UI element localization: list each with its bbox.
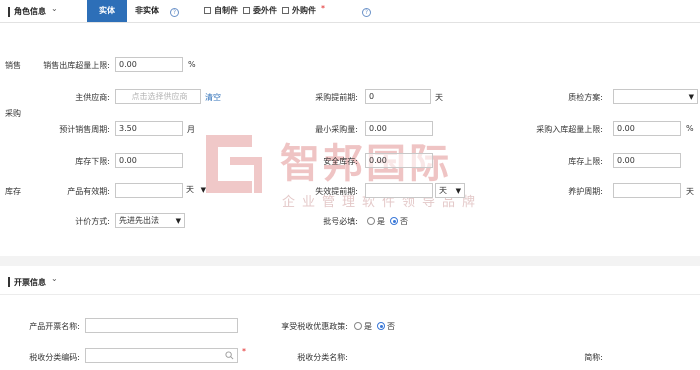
supplier-label: 主供应商: (75, 93, 110, 102)
shelf-life-label: 产品有效期: (67, 187, 110, 196)
shelf-life-unit-select[interactable]: 天 ▼ (185, 183, 207, 198)
maintenance-cycle-unit: 天 (686, 187, 694, 196)
tax-preference-label: 享受税收优惠政策: (281, 322, 348, 331)
batch-no-label: 否 (400, 217, 408, 226)
tab-entity[interactable]: 实体 (87, 0, 127, 22)
valuation-select[interactable]: 先进先出法 ▼ (115, 213, 185, 228)
safety-stock-label: 安全库存: (323, 157, 358, 166)
tax-category-name-label: 税收分类名称: (297, 353, 348, 362)
chevron-down-icon: ▼ (175, 217, 181, 225)
section-separator (0, 256, 700, 266)
chevron-down-icon: ▼ (200, 186, 206, 194)
tax-preference-yes-radio[interactable] (354, 322, 362, 330)
valuation-label: 计价方式: (75, 217, 110, 226)
chevron-down-icon: ▼ (688, 93, 694, 101)
checkbox-outsourced-label: 委外件 (253, 6, 277, 15)
help-icon[interactable]: ? (170, 8, 179, 17)
tax-code-input[interactable] (85, 348, 238, 363)
tab-non-entity-label: 非实体 (135, 6, 159, 15)
min-purchase-input[interactable]: 0.00 (365, 121, 433, 136)
tab-non-entity[interactable]: 非实体 (127, 0, 167, 22)
chevron-down-icon: ▼ (455, 187, 461, 195)
chevron-down-icon[interactable]: ⌄ (51, 274, 58, 283)
checkbox-self-made-label: 自制件 (214, 6, 238, 15)
tax-preference-no-radio[interactable] (377, 322, 385, 330)
section-bar (8, 277, 10, 287)
qc-plan-label: 质检方案: (568, 93, 603, 102)
purchase-lead-label: 采购提前期: (315, 93, 358, 102)
header-divider (0, 22, 700, 23)
batch-required-label: 批号必填: (323, 217, 358, 226)
help-icon[interactable]: ? (362, 8, 371, 17)
purchase-in-limit-input[interactable]: 0.00 (613, 121, 681, 136)
maintenance-cycle-label: 养护周期: (568, 187, 603, 196)
stock-lower-label: 库存下限: (75, 157, 110, 166)
sales-cycle-label: 预计销售周期: (59, 125, 110, 134)
stock-upper-input[interactable]: 0.00 (613, 153, 681, 168)
purchase-lead-input[interactable]: 0 (365, 89, 431, 104)
group-inventory-label: 库存 (5, 187, 21, 196)
valuation-value: 先进先出法 (119, 216, 159, 225)
tax-code-required-mark: * (242, 347, 246, 356)
supplier-input[interactable]: 点击选择供应商 (115, 89, 201, 104)
tax-preference-no-label: 否 (387, 322, 395, 331)
sales-cycle-input[interactable]: 3.50 (115, 121, 183, 136)
batch-yes-radio[interactable] (367, 217, 375, 225)
expiry-lead-unit: 天 (439, 186, 447, 195)
short-name-label: 简称: (584, 353, 603, 362)
shelf-life-unit: 天 (186, 185, 194, 194)
watermark: 智邦国际 企业管理软件领导品牌 (200, 125, 500, 215)
tax-code-label: 税收分类编码: (29, 353, 80, 362)
sales-over-limit-input[interactable]: 0.00 (115, 57, 183, 72)
group-purchase-label: 采购 (5, 109, 21, 118)
safety-stock-input[interactable]: 0.00 (365, 153, 433, 168)
sales-cycle-unit: 月 (187, 125, 195, 134)
stock-upper-label: 库存上限: (568, 157, 603, 166)
stock-lower-input[interactable]: 0.00 (115, 153, 183, 168)
batch-yes-label: 是 (377, 217, 385, 226)
sales-over-limit-unit: % (188, 60, 196, 69)
role-info-title: 角色信息 (14, 7, 46, 16)
watermark-logo-icon (206, 135, 262, 193)
checkbox-outsourced[interactable] (243, 7, 250, 14)
tax-preference-yes-label: 是 (364, 322, 372, 331)
purchase-lead-unit: 天 (435, 93, 443, 102)
min-purchase-label: 最小采购量: (315, 125, 358, 134)
maintenance-cycle-input[interactable] (613, 183, 681, 198)
section-bar (8, 7, 10, 17)
group-sales-label: 销售 (5, 61, 21, 70)
shelf-life-input[interactable] (115, 183, 183, 198)
required-mark: * (321, 4, 325, 13)
checkbox-purchased[interactable] (282, 7, 289, 14)
expiry-lead-label: 失效提前期: (315, 187, 358, 196)
invoice-title: 开票信息 (14, 278, 46, 287)
invoice-name-input[interactable] (85, 318, 238, 333)
expiry-lead-unit-select[interactable]: 天 ▼ (435, 183, 465, 198)
purchase-in-limit-unit: % (686, 124, 694, 133)
batch-no-radio[interactable] (390, 217, 398, 225)
invoice-divider (0, 294, 700, 295)
tab-entity-label: 实体 (99, 6, 115, 15)
search-icon[interactable] (225, 351, 234, 360)
purchase-in-limit-label: 采购入库超量上限: (536, 125, 603, 134)
checkbox-self-made[interactable] (204, 7, 211, 14)
supplier-clear-link[interactable]: 清空 (205, 92, 221, 103)
qc-plan-select[interactable]: ▼ (613, 89, 698, 104)
sales-over-limit-label: 销售出库超量上限: (43, 61, 110, 70)
checkbox-purchased-label: 外购件 (292, 6, 316, 15)
invoice-name-label: 产品开票名称: (29, 322, 80, 331)
expiry-lead-input[interactable] (365, 183, 433, 198)
chevron-down-icon[interactable]: ⌄ (51, 4, 58, 13)
